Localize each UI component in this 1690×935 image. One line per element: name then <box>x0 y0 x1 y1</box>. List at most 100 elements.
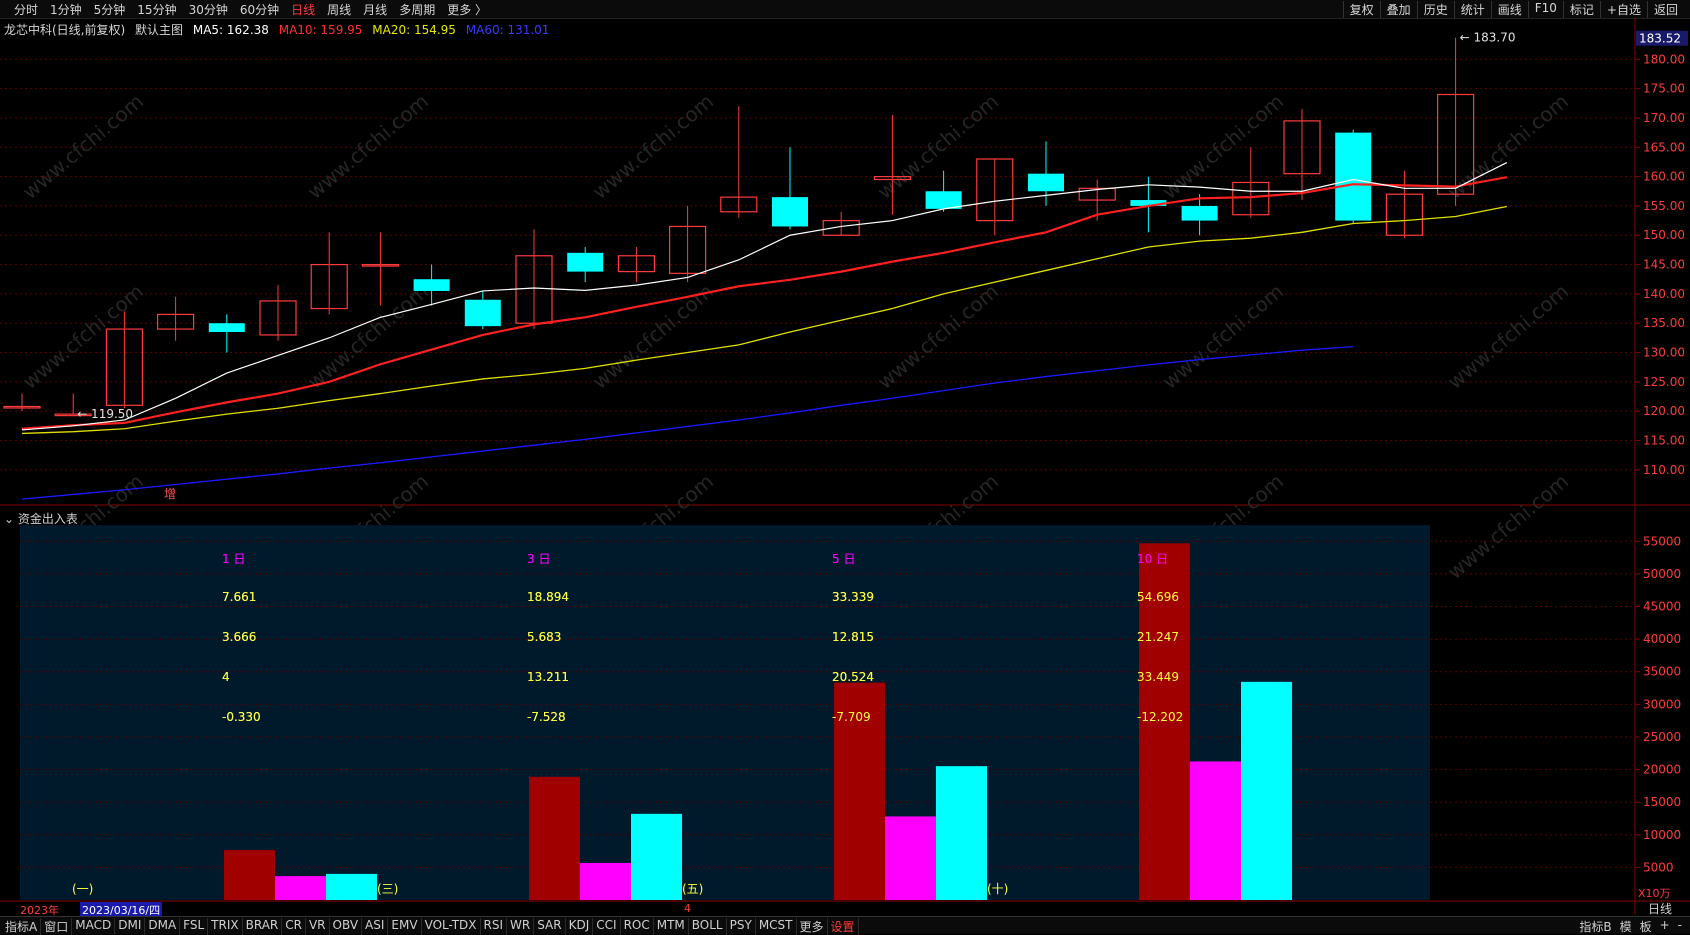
indicator-tab-9[interactable]: VR <box>306 918 330 935</box>
fund-value-top: 4 <box>222 670 230 684</box>
fund-value-top: 54.696 <box>1137 590 1179 604</box>
fund-value-top: -7.709 <box>832 710 871 724</box>
watermark: www.cfchi.com <box>1443 469 1573 584</box>
indicator-tab-1[interactable]: 窗口 <box>41 918 73 935</box>
add-marker: 增 <box>164 487 176 501</box>
fund-bar <box>529 776 580 900</box>
watermark: www.cfchi.com <box>303 89 433 204</box>
watermark: www.cfchi.com <box>1158 279 1288 394</box>
indicator-tab-20[interactable]: MTM <box>654 918 689 935</box>
fund-value-top: -0.330 <box>222 710 261 724</box>
fund-panel-title-text: 资金出入表 <box>17 512 78 526</box>
price-tick-label: 175.00 <box>1643 82 1685 96</box>
date-bar: 2023年 2023/03/16/四 4 <box>0 902 1640 918</box>
fund-bar <box>326 873 377 900</box>
indicator-tab-3[interactable]: DMI <box>115 918 146 935</box>
fund-value-top: 7.661 <box>222 590 256 604</box>
fund-bar <box>275 876 326 900</box>
fund-value-top: 18.894 <box>527 590 569 604</box>
fund-group-header-top: 5 日 <box>832 552 855 566</box>
fund-tick-label: 30000 <box>1643 697 1681 711</box>
fund-value-top: 5.683 <box>527 630 561 644</box>
indicator-tab-17[interactable]: KDJ <box>566 918 594 935</box>
indicator-tab-2[interactable]: MACD <box>72 918 116 935</box>
fund-unit-label: X10万 <box>1638 887 1671 900</box>
price-tick-label: 120.00 <box>1643 404 1685 418</box>
fund-tick-label: 40000 <box>1643 632 1681 646</box>
fund-group-footer: (三) <box>377 882 398 896</box>
indicator-right-3[interactable]: + <box>1656 918 1674 935</box>
indicator-right-1[interactable]: 模 <box>1616 918 1636 935</box>
month-marker: 4 <box>684 902 691 915</box>
watermark: www.cfchi.com <box>303 279 433 394</box>
indicator-bar: 指标A 窗口 MACD DMI DMA FSL TRIX BRAR CR VR OBV ASI EMV V… <box>0 916 1690 935</box>
watermark: www.cfchi.com <box>1443 89 1573 204</box>
low-price-label: ← 119.50 <box>77 407 133 421</box>
fund-group-header-top: 1 日 <box>222 552 245 566</box>
indicator-tab-4[interactable]: DMA <box>145 918 181 935</box>
indicator-tab-5[interactable]: FSL <box>180 918 209 935</box>
kline-chart[interactable]: 180.00 175.00 170.00 165.00 160.00 155.00 150.… <box>0 0 1690 933</box>
fund-tick-label: 5000 <box>1643 860 1674 874</box>
indicator-tab-16[interactable]: SAR <box>534 918 566 935</box>
fund-bar <box>1241 681 1292 900</box>
fund-bar <box>1190 761 1241 900</box>
watermark: www.cfchi.com <box>588 279 718 394</box>
price-tick-label: 110.00 <box>1643 463 1685 477</box>
fund-tick-label: 20000 <box>1643 763 1681 777</box>
price-tick-label: 130.00 <box>1643 346 1685 360</box>
indicator-tab-7[interactable]: BRAR <box>243 918 283 935</box>
fund-bar <box>580 862 631 900</box>
indicator-right-0[interactable]: 指标B <box>1575 918 1615 935</box>
price-tick-label: 155.00 <box>1643 199 1685 213</box>
fund-bar <box>936 766 987 900</box>
price-tick-label: 140.00 <box>1643 287 1685 301</box>
indicator-tab-14[interactable]: RSI <box>481 918 508 935</box>
fund-value-top: 3.666 <box>222 630 256 644</box>
candle-down <box>567 252 604 272</box>
indicator-tab-8[interactable]: CR <box>282 918 306 935</box>
fund-group-footer: (十) <box>987 882 1008 896</box>
indicator-tab-6[interactable]: TRIX <box>208 918 243 935</box>
watermark: www.cfchi.com <box>18 279 148 394</box>
fund-tick-label: 25000 <box>1643 730 1681 744</box>
ma60-line <box>21 345 1354 500</box>
indicator-tab-0[interactable]: 指标A <box>2 918 42 935</box>
indicator-tab-24[interactable]: 更多 <box>797 918 828 935</box>
candle-down <box>413 279 450 291</box>
fund-value-top: 13.211 <box>527 670 569 684</box>
price-tick-label: 165.00 <box>1643 140 1685 154</box>
fund-value-top: 20.524 <box>832 670 874 684</box>
watermark: www.cfchi.com <box>588 89 718 204</box>
indicator-tab-25[interactable]: 设置 <box>828 918 859 935</box>
watermark: www.cfchi.com <box>1443 279 1573 394</box>
fund-tick-label: 45000 <box>1643 600 1681 614</box>
price-tick-label: 135.00 <box>1643 316 1685 330</box>
price-tick-label: 170.00 <box>1643 111 1685 125</box>
price-tick-label: 160.00 <box>1643 170 1685 184</box>
indicator-right-2[interactable]: 板 <box>1636 918 1656 935</box>
fund-value-top: 12.815 <box>832 630 874 644</box>
indicator-tab-15[interactable]: WR <box>507 918 535 935</box>
indicator-tab-10[interactable]: OBV <box>330 918 363 935</box>
fund-value-top: -7.528 <box>527 710 566 724</box>
indicator-tab-19[interactable]: ROC <box>621 918 654 935</box>
indicator-tab-11[interactable]: ASI <box>362 918 389 935</box>
indicator-tab-12[interactable]: EMV <box>388 918 422 935</box>
candle-down <box>208 323 245 333</box>
fund-value-top: 33.449 <box>1137 670 1179 684</box>
fund-value-top: 33.339 <box>832 590 874 604</box>
indicator-tab-21[interactable]: BOLL <box>689 918 727 935</box>
fund-bar <box>885 816 936 900</box>
fund-panel-title[interactable]: ⌄ 资金出入表 <box>4 510 78 527</box>
indicator-tab-13[interactable]: VOL-TDX <box>422 918 481 935</box>
price-tick-label: 145.00 <box>1643 258 1685 272</box>
indicator-tab-23[interactable]: MCST <box>756 918 797 935</box>
fund-value-top: 21.247 <box>1137 630 1179 644</box>
indicator-right-4[interactable]: - <box>1674 918 1686 935</box>
indicator-tab-18[interactable]: CCI <box>593 918 621 935</box>
fund-value-top: -12.202 <box>1137 710 1183 724</box>
candle-down <box>1335 132 1372 221</box>
watermark: www.cfchi.com <box>18 89 148 204</box>
indicator-tab-22[interactable]: PSY <box>727 918 756 935</box>
